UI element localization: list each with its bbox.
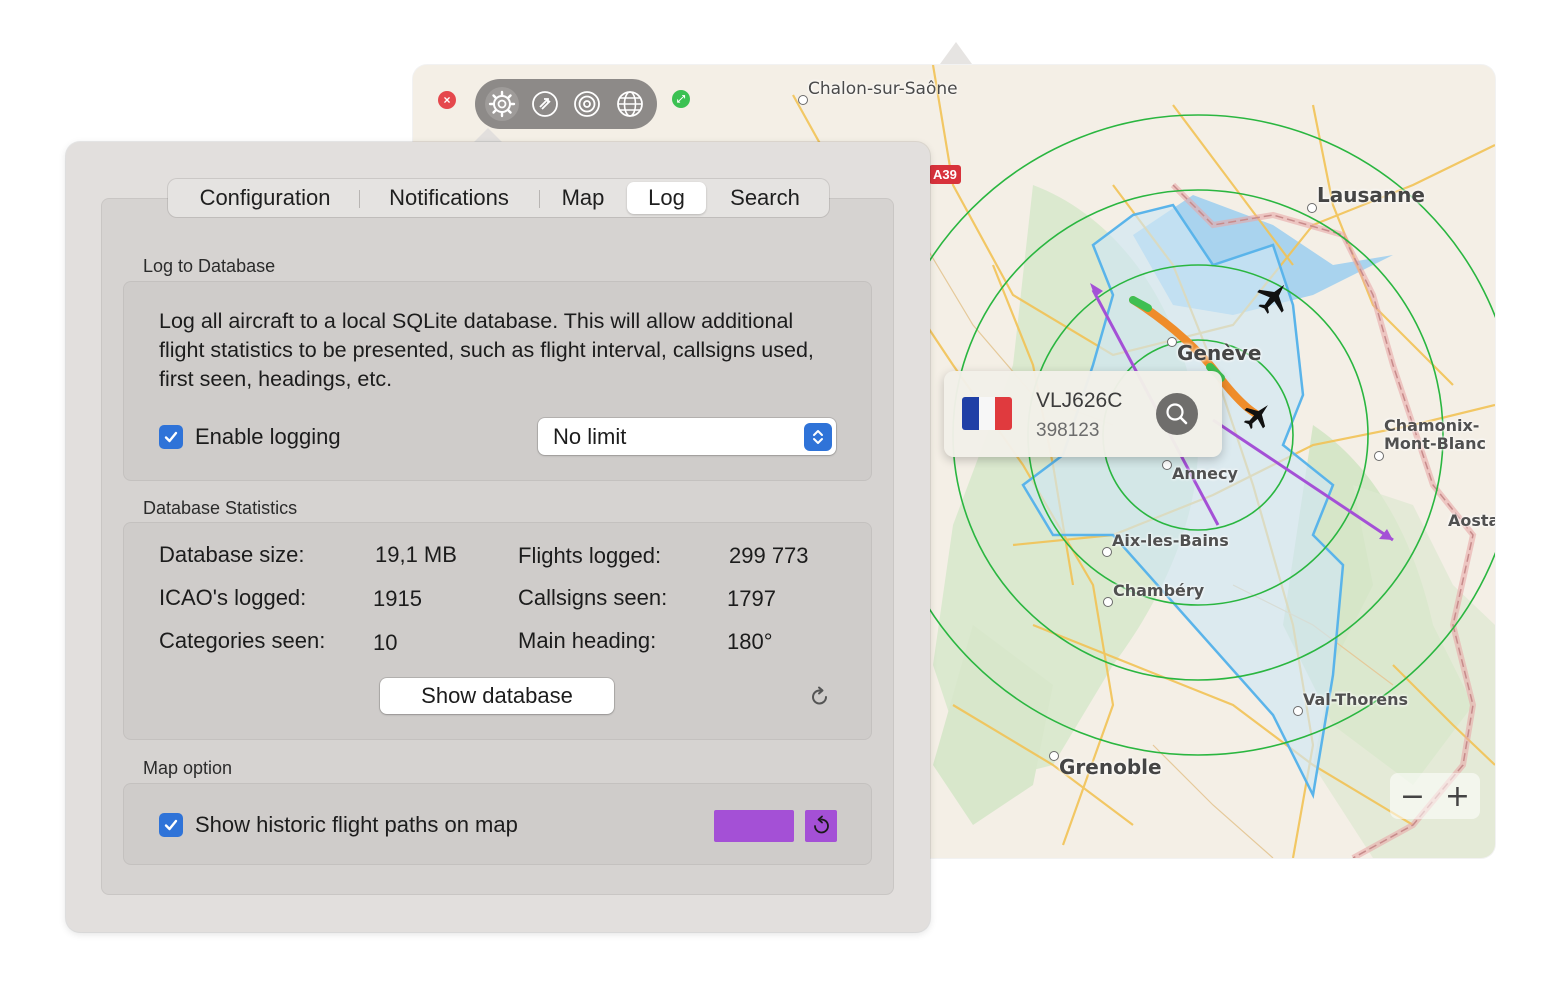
city-dot: [1293, 706, 1303, 716]
enable-logging-label[interactable]: Enable logging: [195, 424, 341, 450]
db-size-label: Database size:: [159, 542, 305, 567]
city-label-annecy: Annecy: [1172, 464, 1238, 483]
city-label-valthorens: Val-Thorens: [1303, 690, 1409, 709]
tab-map[interactable]: Map: [539, 182, 627, 214]
city-label-chamonix: Chamonix- Mont-Blanc: [1384, 417, 1486, 453]
city-dot: [1103, 597, 1113, 607]
settings-button[interactable]: [485, 87, 520, 121]
select-arrows-icon: [804, 423, 832, 451]
zoom-in-button[interactable]: +: [1445, 779, 1470, 814]
city-label-lausanne: Lausanne: [1317, 183, 1425, 207]
rotate-button[interactable]: [528, 87, 562, 121]
historic-paths-label[interactable]: Show historic flight paths on map: [195, 812, 518, 838]
flight-popup[interactable]: VLJ626C 398123: [944, 371, 1222, 457]
road-shield: A39: [929, 165, 961, 184]
tab-log[interactable]: Log: [627, 182, 706, 214]
city-label-aosta: Aosta: [1448, 511, 1495, 530]
flights-logged-label: Flights logged:: [518, 543, 662, 568]
categories-seen-value: 10: [373, 630, 398, 655]
radar-button[interactable]: [570, 87, 604, 121]
rotate-arrows-icon: [531, 91, 558, 117]
preferences-popover: Configuration Notifications Map Log Sear…: [66, 142, 930, 932]
path-color-well[interactable]: [714, 810, 794, 842]
log-limit-value: No limit: [553, 424, 627, 449]
flight-callsign: VLJ626C: [1036, 389, 1123, 412]
radar-icon: [574, 91, 601, 117]
city-dot: [1167, 337, 1177, 347]
zoom-out-button[interactable]: −: [1400, 779, 1425, 814]
refresh-stats-button[interactable]: [807, 684, 833, 710]
main-heading-value: 180°: [727, 629, 773, 654]
log-section-box: Log all aircraft to a local SQLite datab…: [123, 281, 872, 481]
checkmark-icon: [164, 431, 178, 443]
enable-logging-checkbox[interactable]: [159, 425, 183, 449]
refresh-icon: [812, 686, 827, 705]
city-dot: [1162, 460, 1172, 470]
map-section-title: Map option: [143, 758, 233, 778]
log-section-title: Log to Database: [143, 256, 276, 276]
stats-section-box: Database size: 19,1 MB Flights logged: 2…: [123, 522, 872, 740]
flights-logged-value: 299 773: [729, 543, 809, 568]
map-toolbar: [475, 79, 657, 129]
stats-section-title: Database Statistics: [143, 498, 298, 518]
icao-logged-value: 1915: [373, 586, 422, 611]
log-description: Log all aircraft to a local SQLite datab…: [159, 309, 814, 391]
zoom-control: − +: [1390, 773, 1480, 819]
tab-configuration[interactable]: Configuration: [171, 182, 360, 214]
db-size-value: 19,1 MB: [375, 542, 457, 567]
city-label-chalon: Chalon-sur-Saône: [808, 79, 958, 99]
city-dot: [1307, 203, 1317, 213]
city-label-aix: Aix-les-Bains: [1112, 531, 1229, 550]
callsigns-seen-value: 1797: [727, 586, 776, 611]
city-label-chamonix-line2: Mont-Blanc: [1384, 434, 1486, 453]
fullscreen-icon: ⤢: [677, 93, 685, 105]
fullscreen-button[interactable]: ⤢: [672, 90, 690, 108]
france-flag-icon: [962, 397, 1012, 430]
categories-seen-label: Categories seen:: [159, 628, 326, 653]
show-database-button[interactable]: Show database: [380, 678, 614, 714]
flight-icao: 398123: [1036, 420, 1100, 441]
city-label-chamonix-line1: Chamonix-: [1384, 416, 1480, 435]
search-icon: [1166, 403, 1188, 425]
city-dot: [1049, 751, 1059, 761]
popover-pin: [940, 42, 972, 64]
callsigns-seen-label: Callsigns seen:: [518, 585, 668, 610]
gear-icon: [489, 90, 516, 118]
city-dot: [1374, 451, 1384, 461]
historic-paths-checkbox[interactable]: [159, 813, 183, 837]
main-heading-label: Main heading:: [518, 628, 657, 653]
globe-icon: [616, 91, 643, 117]
map-section-box: Show historic flight paths on map: [123, 783, 872, 865]
checkmark-icon: [164, 819, 178, 831]
globe-button[interactable]: [613, 87, 647, 121]
icao-logged-label: ICAO's logged:: [159, 585, 307, 610]
tab-search[interactable]: Search: [706, 182, 824, 214]
tab-notifications[interactable]: Notifications: [359, 182, 540, 214]
city-label-geneve: Genève: [1177, 341, 1262, 365]
city-label-chambery: Chambéry: [1113, 581, 1205, 600]
reset-color-button[interactable]: [805, 810, 837, 842]
city-dot: [1102, 547, 1112, 557]
log-limit-select[interactable]: No limit: [538, 418, 836, 455]
flight-search-button[interactable]: [1156, 393, 1198, 435]
close-button[interactable]: ×: [438, 91, 456, 109]
city-dot: [798, 95, 808, 105]
preferences-tab-bar: Configuration Notifications Map Log Sear…: [168, 179, 829, 217]
reset-icon: [814, 815, 829, 834]
city-label-grenoble: Grenoble: [1059, 755, 1162, 779]
close-icon: ×: [443, 93, 451, 107]
